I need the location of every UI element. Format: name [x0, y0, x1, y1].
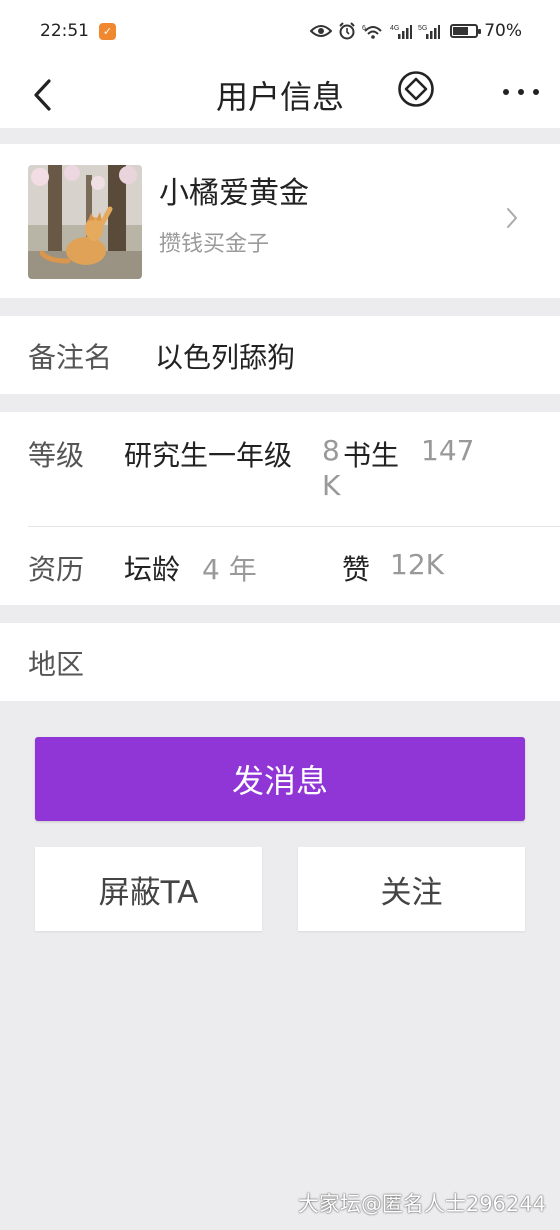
experience-label: 资历 — [28, 553, 85, 586]
battery-percent: 70% — [484, 21, 522, 41]
divider — [28, 526, 560, 527]
signature: 攒钱买金子 — [159, 232, 270, 257]
level-card: 等级 研究生一年级 8 K 书生 147 资历 坛龄 4 年 赞 12K — [0, 412, 560, 605]
signal-4g-label: 4G — [390, 25, 399, 32]
likes-value: 12K — [390, 548, 444, 581]
rank-number-tail: K — [322, 469, 341, 502]
chevron-left-icon — [34, 79, 51, 111]
app-notification-icon: ✓ — [99, 22, 116, 40]
page-title: 用户信息 — [215, 78, 344, 116]
rank-name: 书生 — [343, 439, 400, 472]
profile-card[interactable]: 小橘爱黄金 攒钱买金子 — [0, 144, 560, 298]
send-message-button[interactable]: 发消息 — [35, 737, 525, 821]
level-value: 研究生一年级 — [124, 439, 293, 472]
level-label: 等级 — [28, 439, 85, 472]
watermark: 大家坛@匿名人士296244 — [297, 1192, 546, 1216]
status-time: 22:51 — [40, 21, 89, 41]
remark-row[interactable]: 备注名 以色列舔狗 — [0, 316, 560, 394]
chevron-right-icon — [507, 208, 517, 228]
back-button[interactable] — [22, 70, 62, 120]
status-left: 22:51 ✓ — [40, 21, 116, 41]
alarm-icon — [339, 22, 355, 40]
remark-value: 以色列舔狗 — [155, 341, 296, 374]
more-button[interactable] — [498, 72, 544, 112]
forum-age-value: 4 年 — [202, 553, 257, 586]
rank-number: 8 — [322, 434, 340, 467]
battery-icon — [450, 24, 482, 38]
likes-key: 赞 — [342, 553, 371, 586]
wifi-icon: 6 — [362, 25, 382, 39]
signal-5g-label: 5G — [418, 25, 427, 32]
remark-label: 备注名 — [28, 341, 113, 374]
status-right: 6 4G 5G 70% — [310, 21, 522, 41]
block-button[interactable]: 屏蔽TA — [35, 847, 262, 931]
eye-icon — [310, 25, 333, 37]
nav-bar: 用户信息 — [0, 62, 560, 128]
coin-button[interactable] — [396, 69, 436, 109]
status-bar: 22:51 ✓ 6 4G 5G 70% — [0, 0, 560, 62]
rank-count: 147 — [421, 434, 475, 467]
follow-button[interactable]: 关注 — [298, 847, 525, 931]
avatar[interactable] — [28, 165, 142, 279]
signal-4g-icon: 4G — [390, 25, 413, 39]
signal-5g-icon: 5G — [418, 25, 441, 39]
forum-age-key: 坛龄 — [124, 553, 181, 586]
coin-icon — [398, 71, 434, 107]
avatar-cat-image — [28, 165, 142, 279]
more-dots-icon — [503, 89, 539, 95]
battery-level — [453, 27, 469, 35]
region-label: 地区 — [28, 648, 85, 681]
username: 小橘爱黄金 — [159, 176, 309, 211]
region-row: 地区 — [0, 623, 560, 701]
